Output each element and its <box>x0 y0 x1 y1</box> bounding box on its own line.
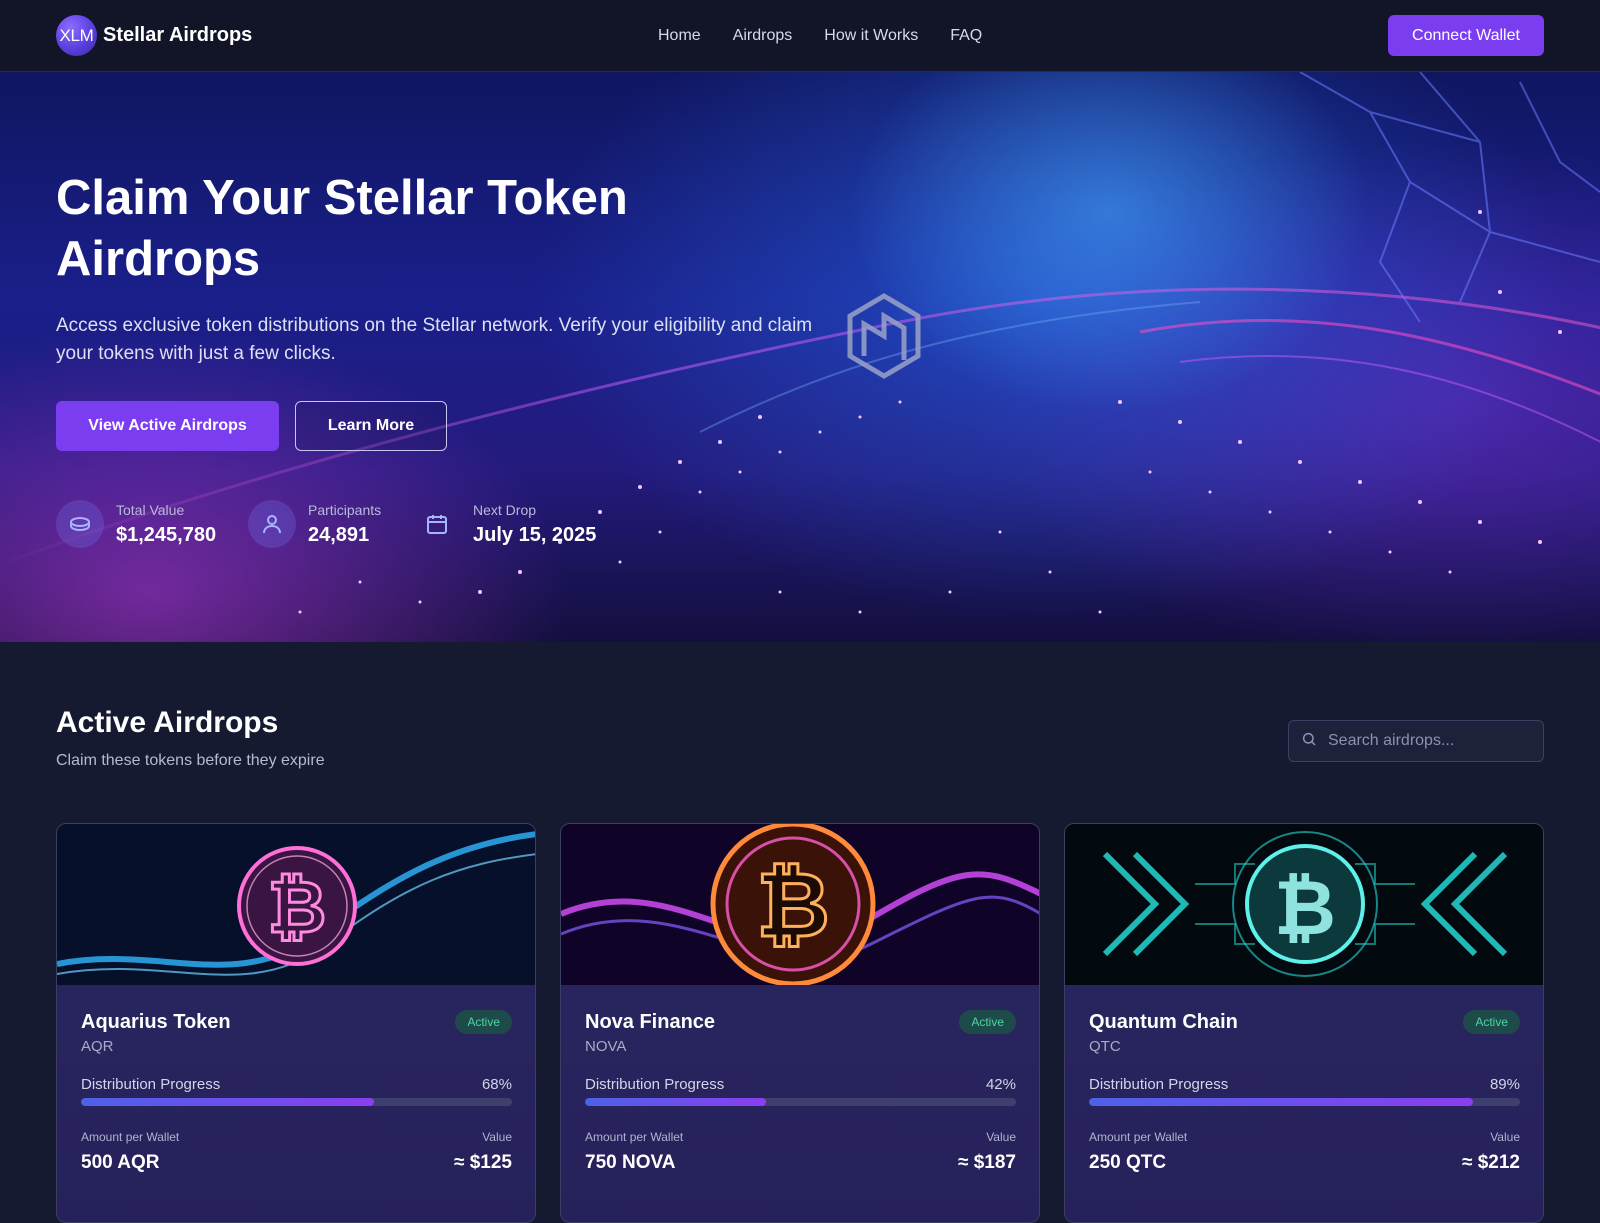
stat-label: Total Value <box>116 502 185 518</box>
progress-bar <box>585 1098 1016 1106</box>
airdrop-card-aquarius[interactable]: ₿ Aquarius Token AQR Active Distribution… <box>56 823 536 1223</box>
card-name: Nova Finance <box>585 1011 716 1033</box>
value-amount: ≈ $125 <box>454 1152 512 1173</box>
card-symbol: QTC <box>1089 1038 1121 1055</box>
card-symbol: NOVA <box>585 1038 627 1055</box>
stat-label: Next Drop <box>473 502 537 518</box>
card-symbol: AQR <box>81 1038 114 1055</box>
progress-percent: 89% <box>1489 1076 1520 1093</box>
brand-logo[interactable]: XLM Stellar Airdrops <box>56 15 252 56</box>
amount-value: 500 AQR <box>81 1152 160 1173</box>
stat-value: July 15, 2025 <box>473 524 597 546</box>
nav-link-how-it-works[interactable]: How it Works <box>824 27 918 45</box>
hero-title: Claim Your Stellar Token Airdrops <box>56 171 628 286</box>
stat-label: Participants <box>308 502 382 518</box>
progress-fill <box>1089 1098 1473 1106</box>
progress-bar <box>1089 1098 1520 1106</box>
hero-section: Claim Your Stellar Token Airdrops Access… <box>0 72 1600 642</box>
progress-label: Distribution Progress <box>81 1076 221 1093</box>
progress-bar <box>81 1098 512 1106</box>
card-image: ₿ <box>57 824 535 985</box>
svg-text:₿: ₿ <box>756 853 829 958</box>
nav-link-faq[interactable]: FAQ <box>950 27 982 45</box>
search-box[interactable] <box>1288 720 1544 762</box>
calendar-icon <box>413 500 461 548</box>
connect-wallet-button[interactable]: Connect Wallet <box>1388 15 1544 56</box>
section-subtitle: Claim these tokens before they expire <box>56 752 325 769</box>
user-icon <box>248 500 296 548</box>
progress-fill <box>585 1098 767 1106</box>
airdrop-card-nova[interactable]: ₿ Nova Finance NOVA Active Distribution … <box>560 823 1040 1223</box>
hero-subtitle: Access exclusive token distributions on … <box>56 315 813 364</box>
stat-participants: Participants 24,891 <box>248 500 381 548</box>
brand-name: Stellar Airdrops <box>103 24 253 46</box>
value-label: Value <box>986 1130 1016 1144</box>
nav-link-airdrops[interactable]: Airdrops <box>733 27 793 45</box>
section-title: Active Airdrops <box>56 706 279 739</box>
stat-value: 24,891 <box>308 524 370 546</box>
hexagon-logo-icon <box>847 293 921 379</box>
card-name: Aquarius Token <box>81 1011 231 1033</box>
status-badge: Active <box>959 1010 1016 1034</box>
status-badge: Active <box>1463 1010 1520 1034</box>
amount-label: Amount per Wallet <box>81 1130 180 1144</box>
card-image: ₿ <box>561 824 1039 985</box>
amount-value: 750 NOVA <box>585 1152 676 1173</box>
learn-more-button[interactable]: Learn More <box>295 401 447 451</box>
progress-label: Distribution Progress <box>1089 1076 1229 1093</box>
stat-total-value: Total Value $1,245,780 <box>56 500 216 548</box>
progress-percent: 68% <box>481 1076 512 1093</box>
status-badge: Active <box>455 1010 512 1034</box>
amount-label: Amount per Wallet <box>585 1130 684 1144</box>
nav-link-home[interactable]: Home <box>658 27 701 45</box>
value-label: Value <box>482 1130 512 1144</box>
progress-percent: 42% <box>985 1076 1016 1093</box>
card-name: Quantum Chain <box>1089 1011 1238 1033</box>
airdrop-card-quantum[interactable]: ₿ Quantum Chain QTC Active Distribution … <box>1064 823 1544 1223</box>
xlm-logo-icon: XLM <box>56 15 97 56</box>
view-active-airdrops-button[interactable]: View Active Airdrops <box>56 401 279 451</box>
top-nav: XLM Stellar Airdrops Home Airdrops How i… <box>0 0 1600 72</box>
nav-links: Home Airdrops How it Works FAQ <box>658 0 982 72</box>
amount-value: 250 QTC <box>1089 1152 1167 1173</box>
progress-fill <box>81 1098 375 1106</box>
svg-text:₿: ₿ <box>268 865 327 949</box>
search-icon <box>1301 731 1317 752</box>
stat-value: $1,245,780 <box>116 524 217 546</box>
svg-text:₿: ₿ <box>1274 863 1336 952</box>
progress-label: Distribution Progress <box>585 1076 725 1093</box>
value-amount: ≈ $187 <box>958 1152 1016 1173</box>
card-image: ₿ <box>1065 824 1543 985</box>
value-amount: ≈ $212 <box>1462 1152 1520 1173</box>
stat-next-drop: Next Drop July 15, 2025 <box>413 500 596 548</box>
search-input[interactable] <box>1328 732 1528 750</box>
amount-label: Amount per Wallet <box>1089 1130 1188 1144</box>
value-label: Value <box>1490 1130 1520 1144</box>
coins-icon <box>56 500 104 548</box>
